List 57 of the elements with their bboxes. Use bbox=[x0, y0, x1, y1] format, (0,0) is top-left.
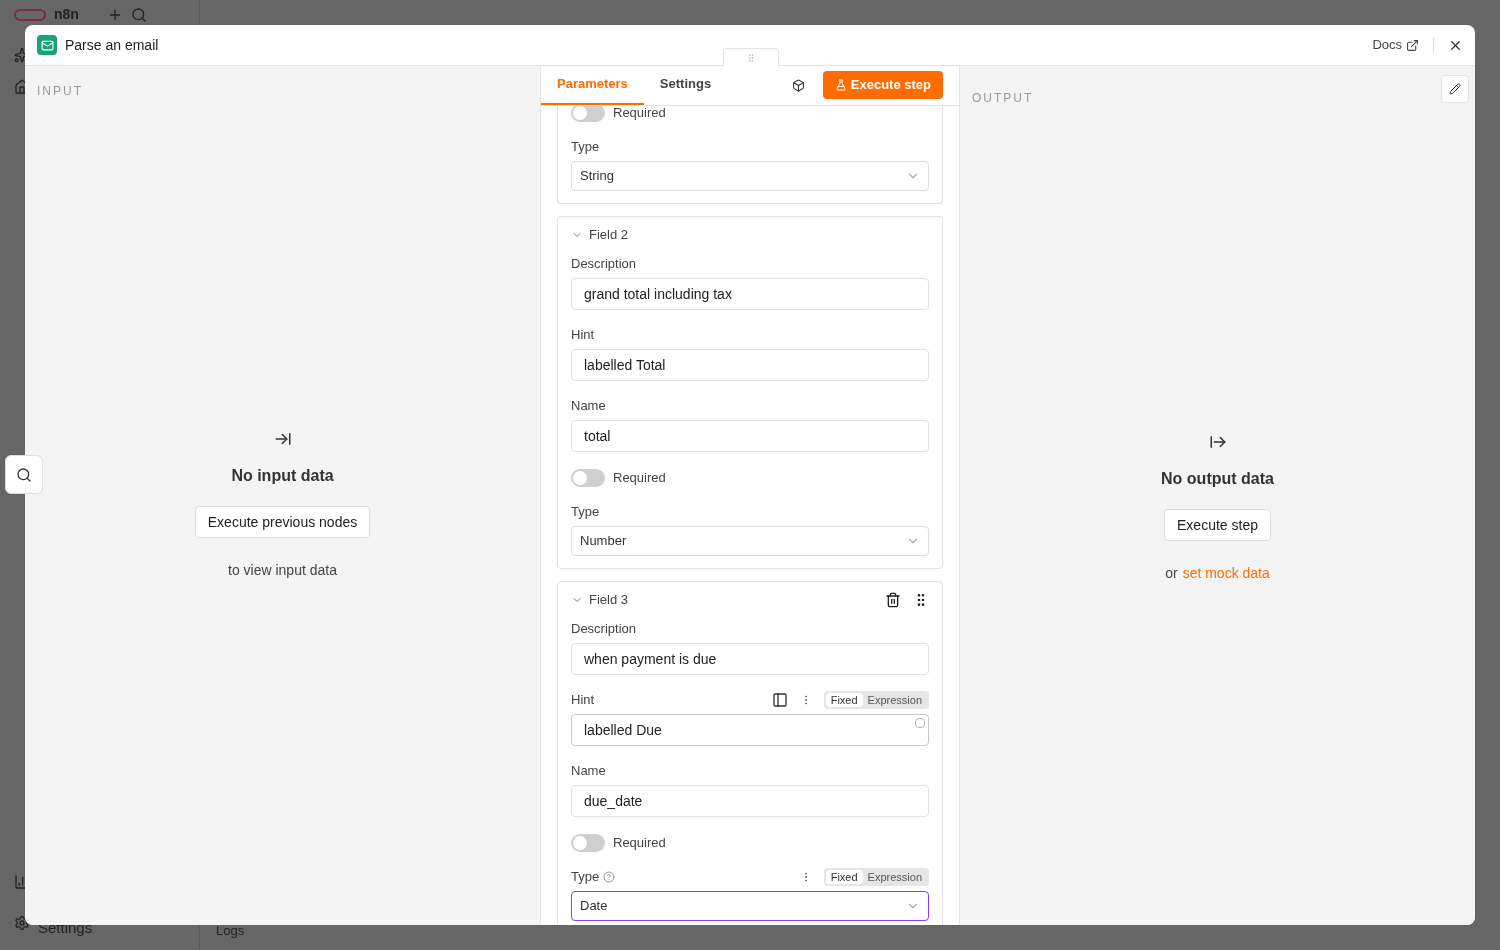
panel-tab[interactable]: Settings bbox=[643, 65, 728, 105]
mode-tab[interactable]: Fixed bbox=[825, 693, 863, 707]
text-input[interactable]: due_date bbox=[571, 785, 929, 817]
toggle-label: Required bbox=[613, 469, 666, 488]
type-select[interactable]: Date bbox=[571, 891, 929, 921]
mode-tab[interactable]: Expression bbox=[862, 693, 927, 707]
grip-icon bbox=[746, 52, 756, 63]
text-input[interactable]: total bbox=[571, 420, 929, 452]
drag-handle-tab[interactable] bbox=[723, 48, 779, 66]
toggle-switch[interactable] bbox=[571, 834, 605, 852]
field-label: Name bbox=[571, 762, 606, 781]
type-select[interactable]: Number bbox=[571, 526, 929, 556]
edit-button[interactable] bbox=[1441, 75, 1469, 103]
text-input[interactable]: grand total including tax bbox=[571, 278, 929, 310]
field-label: Hint bbox=[571, 691, 595, 710]
field-label: Type bbox=[571, 138, 600, 157]
modal-title: Parse an email bbox=[65, 35, 159, 55]
delete-icon[interactable] bbox=[885, 592, 901, 608]
flask-icon bbox=[834, 79, 847, 91]
mode-tab[interactable]: Fixed bbox=[825, 870, 863, 884]
floating-button[interactable] bbox=[5, 455, 43, 494]
field-label: Type bbox=[571, 868, 600, 887]
panel-icon[interactable] bbox=[771, 692, 788, 708]
text-input[interactable]: labelled Total bbox=[571, 349, 929, 381]
email-node-icon bbox=[37, 35, 57, 55]
mode-tab[interactable]: Expression bbox=[862, 870, 927, 884]
field-label: Description bbox=[571, 620, 637, 639]
execute-previous-button[interactable]: Execute previous nodes bbox=[194, 506, 371, 538]
text-input[interactable]: when payment is due bbox=[571, 643, 929, 675]
empty-state-title: No output data bbox=[1161, 469, 1274, 489]
empty-state-note: to view input data bbox=[228, 561, 337, 580]
toggle-switch[interactable] bbox=[571, 469, 605, 487]
note-text: or bbox=[1165, 564, 1178, 583]
type-select[interactable]: String bbox=[571, 161, 929, 191]
pencil-icon bbox=[1449, 83, 1461, 95]
panel-heading: OUTPUT bbox=[972, 90, 1034, 107]
external-link-icon bbox=[1406, 38, 1419, 52]
empty-state-title: No input data bbox=[231, 466, 334, 486]
field-label: Type bbox=[571, 503, 600, 522]
field-label: Name bbox=[571, 397, 606, 416]
toggle-label: Required bbox=[613, 834, 666, 853]
docs-link[interactable]: Docs bbox=[1372, 35, 1419, 55]
toggle-label: Required bbox=[613, 106, 666, 123]
toggle-switch[interactable] bbox=[571, 106, 605, 122]
execute-step-secondary-button[interactable]: Execute step bbox=[1164, 509, 1271, 541]
search-icon[interactable] bbox=[130, 6, 147, 23]
settings-icon[interactable] bbox=[14, 915, 30, 931]
panel-heading: INPUT bbox=[37, 83, 84, 100]
field-label: Description bbox=[571, 255, 637, 274]
field-title: Field 2 bbox=[589, 226, 629, 245]
search-icon bbox=[16, 466, 32, 483]
field-label: Hint bbox=[571, 326, 595, 345]
text-input[interactable]: labelled Due bbox=[571, 714, 929, 746]
cube-icon[interactable] bbox=[791, 78, 805, 92]
arrow-to-line-icon bbox=[273, 430, 292, 448]
field-title: Field 3 bbox=[589, 591, 629, 610]
app-logo-text: n8n bbox=[54, 5, 79, 24]
